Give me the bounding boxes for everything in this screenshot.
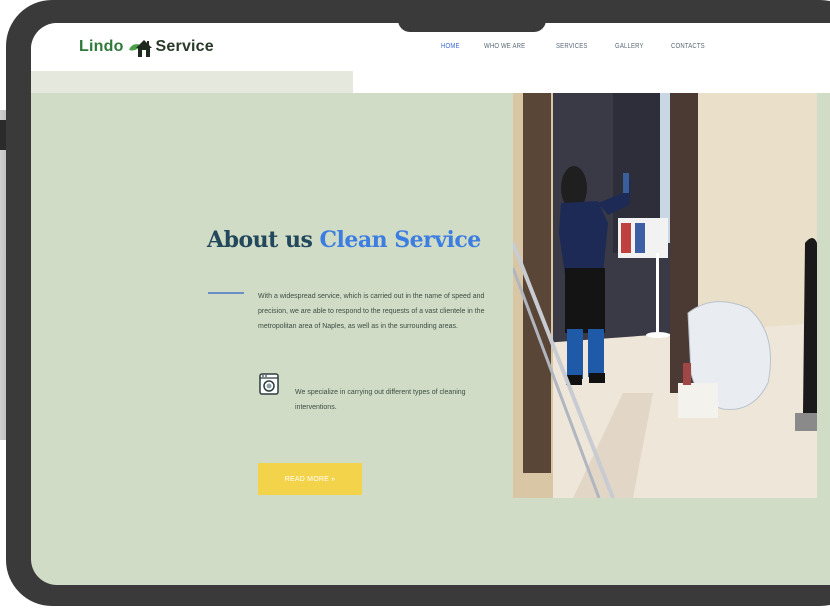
about-title-main: About us xyxy=(207,227,320,253)
about-paragraph: With a widespread service, which is carr… xyxy=(258,293,485,330)
about-title: About us Clean Service xyxy=(207,227,481,253)
main-nav: HOME WHO WE ARE SERVICES GALLERY CONTACT… xyxy=(441,41,713,50)
title-divider xyxy=(208,292,244,294)
logo-word-service: Service xyxy=(155,38,214,55)
cleaning-staff-photo-illustration xyxy=(513,93,817,498)
nav-item-services[interactable]: SERVICES xyxy=(556,41,588,50)
cleaning-staff-photo xyxy=(513,93,817,498)
about-title-accent: Clean Service xyxy=(319,227,481,253)
tablet-screen: Lindo Service HOME WHO WE ARE SERVICES G… xyxy=(31,23,830,585)
site-logo[interactable]: Lindo Service xyxy=(79,34,214,60)
tablet-camera-notch xyxy=(398,0,546,32)
washing-machine-icon xyxy=(259,373,279,395)
nav-item-home[interactable]: HOME xyxy=(441,41,460,50)
specialty-text: We specialize in carrying out different … xyxy=(295,389,466,411)
nav-item-gallery[interactable]: GALLERY xyxy=(615,41,644,50)
house-leaf-logo-icon xyxy=(128,40,152,57)
read-more-button[interactable]: READ MORE » xyxy=(258,463,362,495)
logo-word-lindo: Lindo xyxy=(79,38,124,55)
nav-item-contacts[interactable]: CONTACTS xyxy=(671,41,705,50)
header-band-right xyxy=(353,71,830,93)
header-band-left xyxy=(31,71,353,93)
nav-item-who-we-are[interactable]: WHO WE ARE xyxy=(484,41,525,50)
